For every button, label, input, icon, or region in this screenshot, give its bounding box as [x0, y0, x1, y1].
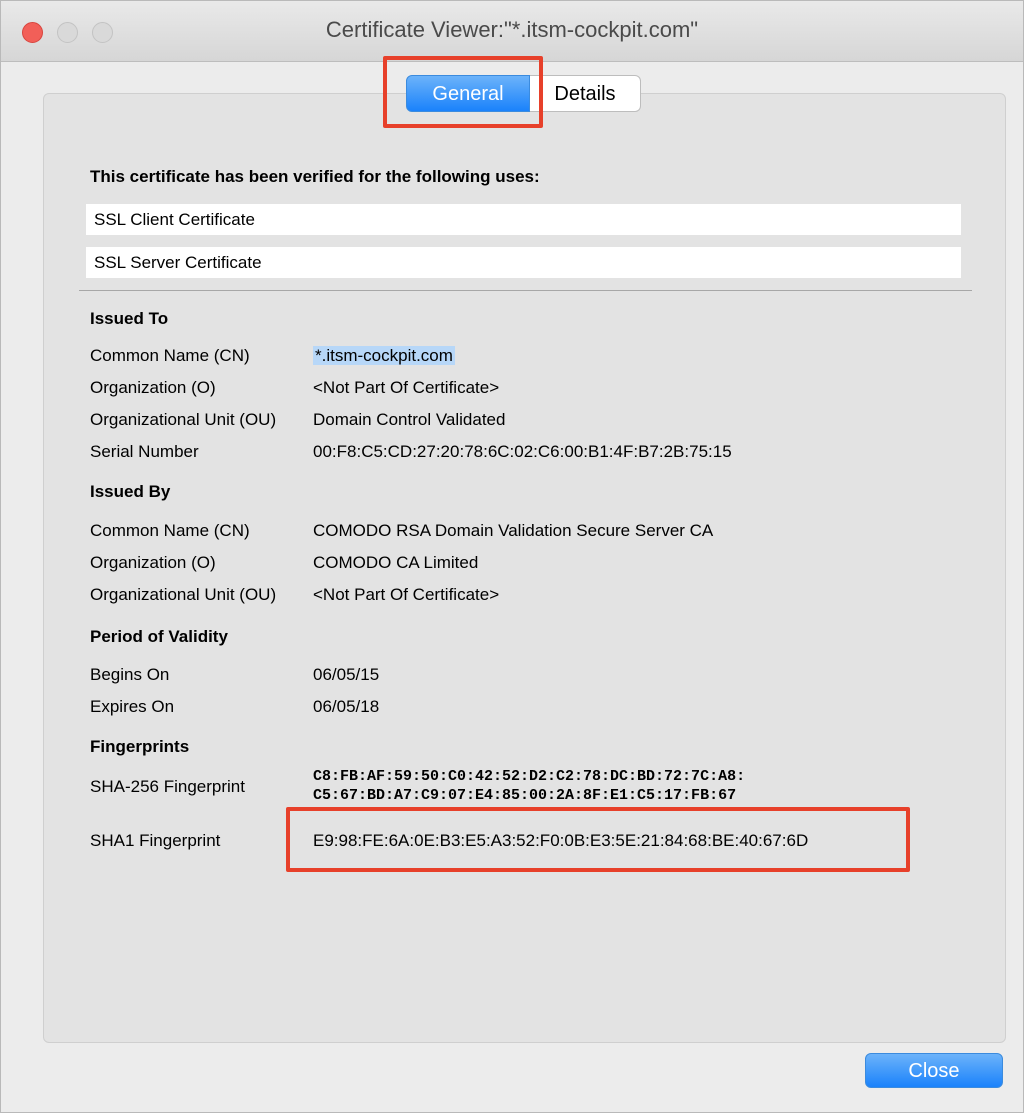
- issued-to-heading: Issued To: [90, 309, 169, 328]
- issued-by-o-value: COMODO CA Limited: [313, 553, 479, 572]
- issued-by-cn-value: COMODO RSA Domain Validation Secure Serv…: [313, 521, 714, 540]
- annotation-highlight-tab: [383, 56, 543, 128]
- issued-by-o-label: Organization (O): [90, 553, 216, 572]
- issued-to-cn-label: Common Name (CN): [90, 346, 250, 365]
- issued-to-cn-value[interactable]: *.itsm-cockpit.com: [313, 346, 455, 365]
- expires-on-label: Expires On: [90, 697, 175, 716]
- begins-on-value: 06/05/15: [313, 665, 380, 684]
- use-item: SSL Client Certificate: [86, 204, 961, 235]
- issued-by-cn-label: Common Name (CN): [90, 521, 250, 540]
- use-item: SSL Server Certificate: [86, 247, 961, 278]
- window-title: Certificate Viewer:"*.itsm-cockpit.com": [325, 17, 699, 42]
- issued-by-ou-label: Organizational Unit (OU): [90, 585, 277, 604]
- divider: [79, 290, 972, 291]
- begins-on-label: Begins On: [90, 665, 170, 684]
- serial-number-value: 00:F8:C5:CD:27:20:78:6C:02:C6:00:B1:4F:B…: [313, 442, 732, 461]
- verified-uses-heading: This certificate has been verified for t…: [90, 167, 540, 186]
- expires-on-value: 06/05/18: [313, 697, 380, 716]
- issued-by-heading: Issued By: [90, 482, 171, 501]
- close-button[interactable]: Close: [865, 1053, 1003, 1088]
- title-bar: Certificate Viewer:"*.itsm-cockpit.com": [1, 1, 1023, 62]
- issued-to-ou-label: Organizational Unit (OU): [90, 410, 277, 429]
- tab-details[interactable]: Details: [530, 75, 641, 112]
- sha256-value-line1: C8:FB:AF:59:50:C0:42:52:D2:C2:78:DC:BD:7…: [313, 768, 746, 785]
- sha1-label: SHA1 Fingerprint: [90, 831, 221, 850]
- serial-number-label: Serial Number: [90, 442, 199, 461]
- issued-to-o-label: Organization (O): [90, 378, 216, 397]
- issued-by-ou-value: <Not Part Of Certificate>: [313, 585, 500, 604]
- validity-heading: Period of Validity: [90, 627, 228, 646]
- issued-to-o-value: <Not Part Of Certificate>: [313, 378, 500, 397]
- fingerprints-heading: Fingerprints: [90, 737, 190, 756]
- annotation-highlight-sha1: [286, 807, 910, 872]
- sha256-value-line2: C5:67:BD:A7:C9:07:E4:85:00:2A:8F:E1:C5:1…: [313, 787, 737, 804]
- certificate-viewer-window: Certificate Viewer:"*.itsm-cockpit.com" …: [0, 0, 1024, 1113]
- issued-to-ou-value: Domain Control Validated: [313, 410, 506, 429]
- sha256-label: SHA-256 Fingerprint: [90, 777, 245, 796]
